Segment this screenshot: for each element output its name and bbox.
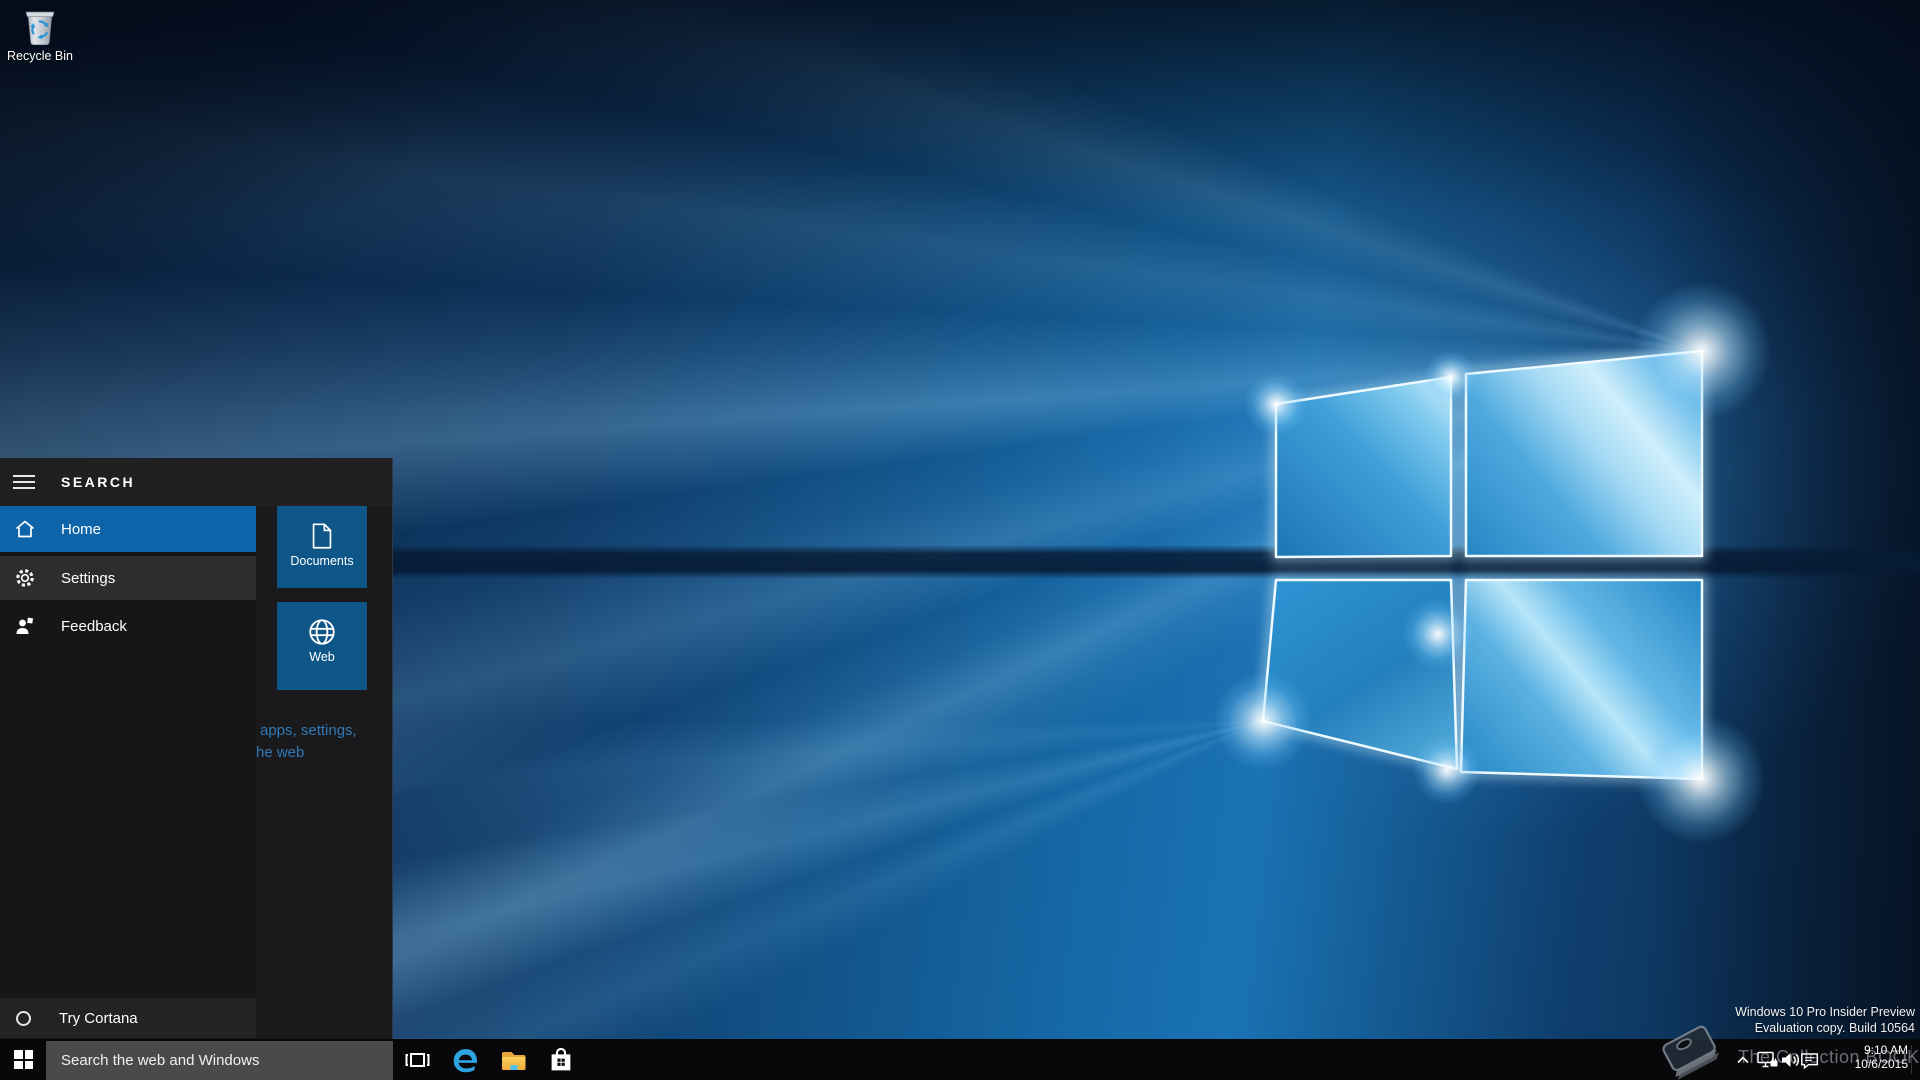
desktop: Recycle Bin Documents Web apps, settings…	[0, 0, 1920, 1080]
try-cortana-button[interactable]: Try Cortana	[0, 998, 256, 1038]
hint-line-2[interactable]: he web	[256, 742, 396, 764]
action-center-icon	[1801, 1052, 1819, 1069]
tile-label: Web	[309, 650, 335, 664]
recycle-bin-icon	[25, 11, 55, 45]
tile-documents[interactable]: Documents	[277, 506, 367, 588]
system-watermark: Windows 10 Pro Insider Preview Evaluatio…	[1735, 1004, 1915, 1036]
start-button[interactable]	[0, 1039, 46, 1080]
watermark-line-2: Evaluation copy. Build 10564	[1754, 1021, 1915, 1035]
file-explorer-button[interactable]	[489, 1039, 537, 1080]
search-panel-title: SEARCH	[61, 474, 136, 490]
try-cortana-label: Try Cortana	[59, 1009, 138, 1027]
nav-item-label: Home	[61, 520, 102, 538]
hamburger-menu-icon[interactable]	[13, 475, 35, 489]
tile-label: Documents	[290, 554, 354, 568]
search-panel-header: SEARCH	[0, 458, 392, 506]
tray-network-button[interactable]	[1756, 1039, 1779, 1080]
show-desktop-button[interactable]	[1911, 1045, 1912, 1074]
feedback-person-icon	[13, 614, 37, 638]
chevron-up-icon	[1737, 1055, 1749, 1063]
tray-clock[interactable]: 9:10 AM 10/6/2015	[1822, 1043, 1908, 1071]
speaker-icon	[1782, 1052, 1800, 1067]
edge-icon	[453, 1048, 477, 1072]
globe-icon	[309, 619, 335, 645]
nav-item-label: Settings	[61, 569, 116, 587]
task-view-button[interactable]	[393, 1039, 441, 1080]
search-panel: Documents Web apps, settings, he web Hom…	[0, 458, 393, 1039]
nav-item-label: Feedback	[61, 617, 127, 635]
tray-date: 10/6/2015	[1854, 1056, 1908, 1071]
watermark-line-1: Windows 10 Pro Insider Preview	[1735, 1005, 1915, 1019]
network-display-icon	[1757, 1051, 1778, 1067]
edge-button[interactable]	[441, 1039, 489, 1080]
search-nav-pane: Home Settings Feedback Try Cortana	[0, 506, 256, 1039]
tray-time: 9:10 AM	[1863, 1043, 1908, 1057]
cortana-ring-icon	[16, 1010, 31, 1026]
taskbar-search-box[interactable]	[46, 1041, 393, 1080]
tile-web[interactable]: Web	[277, 602, 367, 690]
nav-item-settings[interactable]: Settings	[0, 556, 256, 600]
file-explorer-icon	[501, 1051, 525, 1070]
taskbar-app-buttons	[393, 1039, 585, 1080]
store-icon	[551, 1047, 571, 1070]
store-button[interactable]	[537, 1039, 585, 1080]
tray-volume-button[interactable]	[1780, 1039, 1800, 1080]
windows-start-icon	[14, 1050, 33, 1069]
home-icon	[13, 517, 37, 541]
nav-item-home[interactable]: Home	[0, 506, 256, 552]
search-hint-links[interactable]: apps, settings, he web	[256, 720, 396, 764]
taskbar: 9:10 AM 10/6/2015	[0, 1039, 1920, 1080]
document-icon	[312, 523, 332, 549]
gear-icon	[13, 566, 37, 590]
recycle-bin-label: Recycle Bin	[7, 49, 73, 63]
hint-line-1[interactable]: apps, settings,	[256, 720, 396, 742]
tray-action-center-button[interactable]	[1799, 1039, 1821, 1080]
recycle-bin-shortcut[interactable]: Recycle Bin	[2, 6, 78, 63]
search-input[interactable]	[46, 1041, 393, 1080]
tray-chevron-up-button[interactable]	[1735, 1039, 1751, 1080]
nav-item-feedback[interactable]: Feedback	[0, 604, 256, 648]
task-view-icon	[405, 1052, 430, 1067]
